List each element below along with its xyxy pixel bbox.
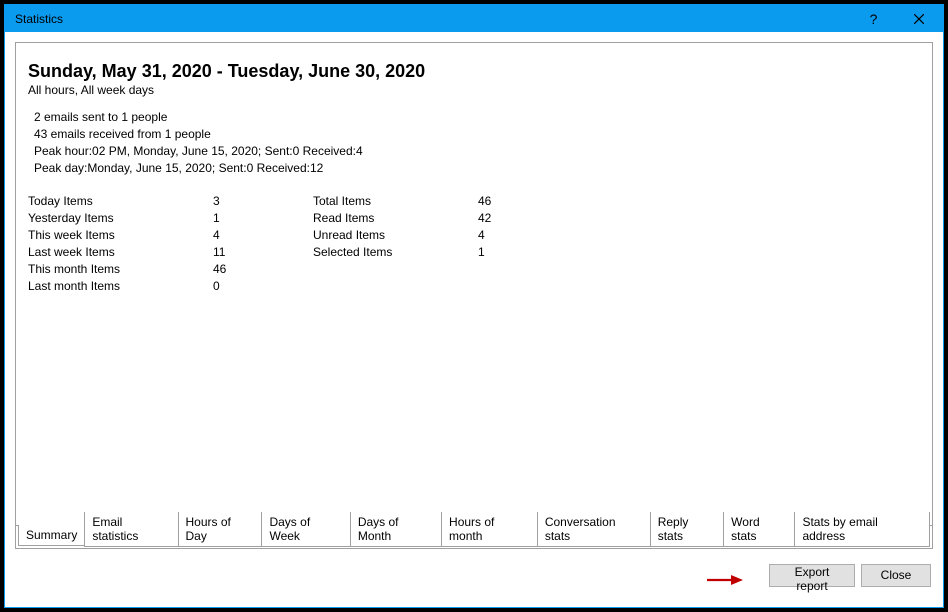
metric-label: This month Items bbox=[28, 261, 213, 278]
metric-label: Last week Items bbox=[28, 244, 213, 261]
metric-value: 1 bbox=[213, 210, 273, 227]
metric-label: Total Items bbox=[313, 193, 478, 210]
metric-label: Today Items bbox=[28, 193, 213, 210]
tab-days-of-month[interactable]: Days of Month bbox=[350, 512, 442, 547]
tab-days-of-week[interactable]: Days of Week bbox=[261, 512, 350, 547]
metrics-right-col: Total Items 46 Read Items 42 Unread Item… bbox=[313, 193, 528, 295]
tab-stats-by-email[interactable]: Stats by email address bbox=[794, 512, 930, 547]
date-range-heading: Sunday, May 31, 2020 - Tuesday, June 30,… bbox=[28, 61, 920, 82]
metrics-left-col: Today Items 3 Yesterday Items 1 This wee… bbox=[28, 193, 273, 295]
window-title: Statistics bbox=[15, 12, 63, 26]
metric-label: Yesterday Items bbox=[28, 210, 213, 227]
metrics-area: Today Items 3 Yesterday Items 1 This wee… bbox=[28, 193, 920, 295]
tab-conversation-stats[interactable]: Conversation stats bbox=[537, 512, 651, 547]
close-icon bbox=[914, 14, 924, 24]
statistics-window: Statistics ? Sunday, May 31, 2020 - Tues… bbox=[4, 4, 944, 608]
tab-word-stats[interactable]: Word stats bbox=[723, 512, 795, 547]
help-button[interactable]: ? bbox=[851, 5, 896, 32]
metric-value: 3 bbox=[213, 193, 273, 210]
tab-reply-stats[interactable]: Reply stats bbox=[650, 512, 724, 547]
summary-peak-day: Peak day:Monday, June 15, 2020; Sent:0 R… bbox=[34, 160, 920, 177]
filter-subhead: All hours, All week days bbox=[28, 83, 920, 97]
metric-value: 0 bbox=[213, 278, 273, 295]
metric-label: Unread Items bbox=[313, 227, 478, 244]
summary-lines: 2 emails sent to 1 people 43 emails rece… bbox=[34, 109, 920, 177]
summary-received: 43 emails received from 1 people bbox=[34, 126, 920, 143]
tab-summary[interactable]: Summary bbox=[18, 525, 85, 546]
metric-value: 11 bbox=[213, 244, 273, 261]
metric-value: 46 bbox=[478, 193, 528, 210]
export-report-button[interactable]: Export report bbox=[769, 564, 855, 587]
tab-hours-of-day[interactable]: Hours of Day bbox=[178, 512, 263, 547]
summary-sent: 2 emails sent to 1 people bbox=[34, 109, 920, 126]
close-window-button[interactable] bbox=[896, 5, 941, 32]
client-area: Sunday, May 31, 2020 - Tuesday, June 30,… bbox=[15, 42, 933, 597]
metric-value: 46 bbox=[213, 261, 273, 278]
metric-value: 4 bbox=[213, 227, 273, 244]
summary-sheet: Sunday, May 31, 2020 - Tuesday, June 30,… bbox=[15, 42, 933, 526]
tab-email-statistics[interactable]: Email statistics bbox=[84, 512, 178, 547]
metric-label: Last month Items bbox=[28, 278, 213, 295]
content-panel: Sunday, May 31, 2020 - Tuesday, June 30,… bbox=[15, 42, 933, 549]
dialog-buttons: Export report Close bbox=[15, 561, 933, 589]
metric-label: Read Items bbox=[313, 210, 478, 227]
close-button[interactable]: Close bbox=[861, 564, 931, 587]
metric-value: 1 bbox=[478, 244, 528, 261]
metric-label: Selected Items bbox=[313, 244, 478, 261]
tab-strip: Summary Email statistics Hours of Day Da… bbox=[18, 524, 930, 546]
summary-peak-hour: Peak hour:02 PM, Monday, June 15, 2020; … bbox=[34, 143, 920, 160]
tab-hours-of-month[interactable]: Hours of month bbox=[441, 512, 538, 547]
title-bar: Statistics ? bbox=[5, 5, 943, 32]
metric-label: This week Items bbox=[28, 227, 213, 244]
metric-value: 42 bbox=[478, 210, 528, 227]
metric-value: 4 bbox=[478, 227, 528, 244]
